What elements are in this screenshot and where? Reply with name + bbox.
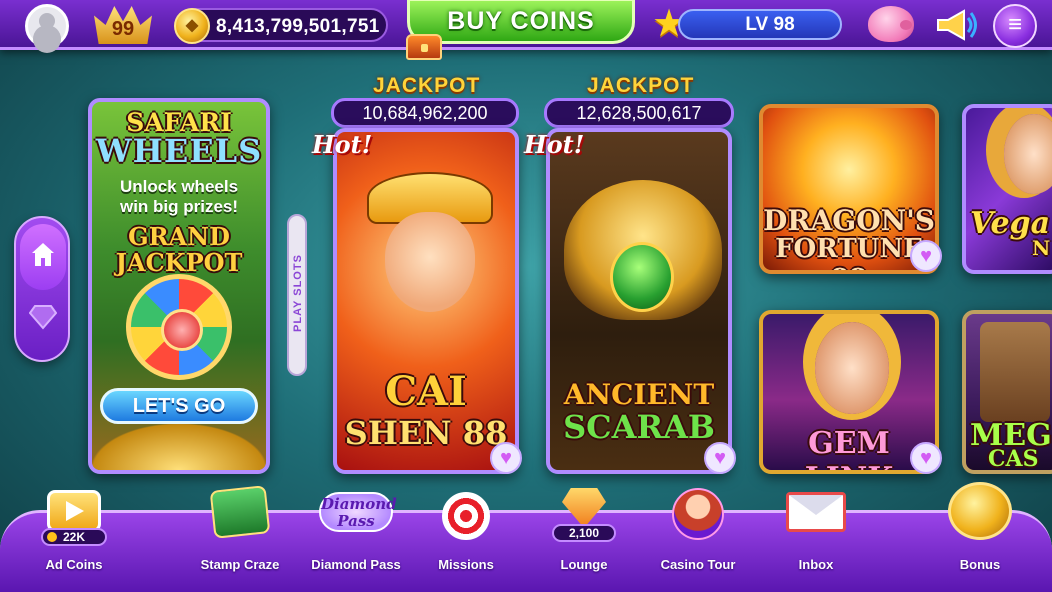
nav-bonus[interactable]: Bonus <box>930 482 1030 592</box>
game-title-line1: CAI <box>385 368 467 415</box>
diamond-tab-icon[interactable] <box>29 304 57 330</box>
nav-inbox[interactable]: Inbox <box>766 482 866 592</box>
stamp-book-icon <box>209 485 271 539</box>
nav-label: Ad Coins <box>45 557 103 572</box>
target-icon <box>442 492 490 540</box>
tiki-mask <box>980 322 1050 422</box>
coin-icon: ◆ <box>174 8 210 44</box>
hot-badge: Hot! <box>312 130 373 159</box>
nav-lounge[interactable]: 2,100 Lounge <box>534 482 634 592</box>
caishen-character <box>385 212 475 312</box>
coin-amount: 8,413,799,501,751 <box>216 16 380 37</box>
play-slots-label: PLAY SLOTS <box>287 214 307 376</box>
gold-coin-icon <box>948 482 1012 540</box>
favorite-heart-icon[interactable]: ♥ <box>910 240 942 272</box>
scarab-icon <box>610 242 674 312</box>
game-title-line1: GEM LINK <box>805 426 894 470</box>
nav-label: Inbox <box>798 557 834 572</box>
nav-label: Missions <box>438 557 494 572</box>
lobby-side-tabs <box>14 216 70 362</box>
nav-label: Diamond Pass <box>311 557 401 572</box>
game-title-line1: DRAGON'S <box>763 204 935 237</box>
menu-button[interactable]: ≡ <box>993 4 1037 48</box>
ad-coins-count: 22K <box>41 528 107 546</box>
game-title-line2: N <box>1032 236 1051 260</box>
game-card-mega-cash[interactable]: MEG CAS <box>962 310 1052 474</box>
nav-ad-coins[interactable]: 22K Ad Coins <box>24 482 124 592</box>
safari-wheels-promo-card[interactable]: SAFARI WHEELS Unlock wheels win big priz… <box>88 98 270 474</box>
home-icon <box>32 243 54 266</box>
diamond-pass-icon: Diamond Pass <box>319 492 397 532</box>
gem-icon <box>562 488 606 528</box>
favorite-heart-icon[interactable]: ♥ <box>704 442 736 474</box>
nav-missions[interactable]: Missions <box>416 482 516 592</box>
promo-desc-line2: win big prizes! <box>119 197 239 216</box>
bottom-nav-bar <box>0 510 1052 592</box>
prize-wheel-icon <box>126 274 232 380</box>
nav-diamond-pass[interactable]: Diamond Pass Diamond Pass <box>306 482 406 592</box>
envelope-icon <box>786 492 846 532</box>
vegas-character <box>1004 114 1052 194</box>
grand-jackpot-text: GRAND JACKPOT <box>115 222 243 277</box>
game-card-ancient-scarab[interactable]: ANCIENT SCARAB <box>546 128 732 474</box>
megaphone-icon[interactable] <box>934 8 978 42</box>
favorite-heart-icon[interactable]: ♥ <box>490 442 522 474</box>
nav-label: Stamp Craze <box>200 557 280 572</box>
lets-go-button[interactable]: LET'S GO <box>100 388 258 424</box>
hot-badge: Hot! <box>524 130 585 159</box>
nav-stamp-craze[interactable]: Stamp Craze <box>190 482 290 592</box>
casino-tour-icon <box>672 488 724 540</box>
game-title-line2: SCARAB <box>563 408 715 446</box>
play-slots-text: PLAY SLOTS <box>292 254 304 332</box>
favorite-heart-icon[interactable]: ♥ <box>910 442 942 474</box>
jackpot-label: JACKPOT <box>373 74 481 97</box>
game-card-cai-shen-88[interactable]: CAI SHEN 88 <box>333 128 519 474</box>
nav-label: Lounge <box>560 557 608 572</box>
treasure-chest-icon[interactable] <box>406 34 442 60</box>
avatar[interactable] <box>25 4 69 48</box>
game-card-vegas-nights[interactable]: Vega N <box>962 104 1052 274</box>
piggy-bank-icon[interactable] <box>868 6 914 42</box>
gold-coins-pile <box>92 424 266 470</box>
home-tab[interactable] <box>20 224 66 290</box>
coin-balance: ◆ 8,413,799,501,751 <box>174 8 388 44</box>
top-bar: 99 ◆ 8,413,799,501,751 BUY COINS ★ LV 98… <box>0 0 1052 50</box>
promo-title-line2: WHEELS <box>95 132 263 170</box>
vip-level-badge[interactable]: 99 <box>94 6 152 44</box>
jackpot-value: 12,628,500,617 <box>544 98 734 128</box>
game-title-line2: SHEN 88 <box>344 414 508 452</box>
game-title-line1: ANCIENT <box>563 378 715 411</box>
jackpot-value: 10,684,962,200 <box>331 98 519 128</box>
nav-casino-tour[interactable]: Casino Tour <box>648 482 748 592</box>
nav-label: Casino Tour <box>660 557 736 572</box>
promo-desc-line1: Unlock wheels <box>119 177 239 196</box>
lounge-points-count: 2,100 <box>552 524 616 542</box>
nav-label: Bonus <box>959 557 1001 572</box>
jackpot-label: JACKPOT <box>587 74 695 97</box>
gem-link-character <box>815 322 889 414</box>
level-indicator[interactable]: LV 98 <box>678 9 842 40</box>
game-title-line2: CAS <box>988 446 1039 472</box>
tv-play-icon <box>47 490 101 532</box>
